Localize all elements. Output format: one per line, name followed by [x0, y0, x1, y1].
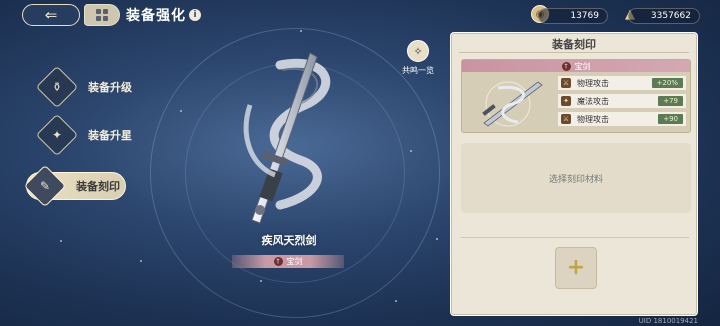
resonance-icon: ✧ [407, 40, 429, 62]
currency-coin-value: 13769 [570, 11, 599, 21]
nav-item-engrave[interactable]: ✎ 装备刻印 [23, 164, 120, 208]
stat-value: +90 [658, 114, 683, 124]
nav-item-label: 装备升级 [88, 81, 132, 94]
sword-stat-icon: ⚔ [561, 114, 571, 124]
back-arrow-icon: ⇐ [44, 6, 58, 24]
panel-title: 装备刻印 [552, 38, 596, 51]
add-material-button[interactable]: + [555, 247, 597, 289]
currency-gold: 3357662 [628, 8, 700, 24]
sword-type-icon: † [561, 61, 571, 71]
currency-coin: 13769 [538, 8, 608, 24]
currency-gold-value: 3357662 [650, 11, 691, 21]
material-prompt: 选择刻印材料 [548, 174, 603, 185]
magic-stat-icon: ✦ [561, 96, 571, 106]
stat-label: 物理攻击 [577, 78, 609, 88]
stat-value: +79 [658, 96, 683, 106]
stat-label: 物理攻击 [577, 114, 609, 124]
stat-row: ✦ 魔法攻击 +79 [558, 94, 686, 108]
nav-item-star-up[interactable]: ✦ 装备升星 [35, 113, 132, 157]
back-button[interactable]: ⇐ [22, 4, 80, 26]
stat-row: ⚔ 物理攻击 +20% [558, 76, 686, 90]
equipment-card-header: † 宝剑 [462, 60, 690, 72]
star-up-icon: ✦ [35, 113, 79, 157]
equipment-card[interactable]: † 宝剑 ⚔ 物理攻击 +20% ✦ 魔法攻击 +79 ⚔ 物理攻击 +90 [461, 59, 691, 133]
nav-item-upgrade[interactable]: ⚱ 装备升级 [35, 65, 132, 109]
user-id-label: UID 1810019421 [638, 317, 698, 325]
weapon-type-tag: † 宝剑 [232, 255, 344, 268]
resonance-overview-button[interactable]: ✧ 共鸣一览 [400, 40, 436, 76]
stat-row: ⚔ 物理攻击 +90 [558, 112, 686, 126]
weapon-type-label: 宝剑 [286, 257, 303, 266]
menu-button[interactable] [84, 4, 120, 26]
engrave-icon: ✎ [23, 164, 67, 208]
upgrade-icon: ⚱ [35, 65, 79, 109]
plus-icon: + [566, 255, 586, 280]
sword-type-icon: † [273, 257, 283, 266]
weapon-sword-image [243, 52, 331, 224]
nav-item-label: 装备升星 [88, 129, 132, 142]
engrave-panel: 装备刻印 † 宝剑 ⚔ 物理攻击 +20% ✦ 魔法攻击 +79 ⚔ 物理攻击 … [450, 32, 698, 316]
sword-stat-icon: ⚔ [561, 78, 571, 88]
page-title: 装备强化 [126, 8, 186, 24]
material-select-area[interactable]: 选择刻印材料 [461, 143, 691, 213]
grid-menu-icon [96, 9, 108, 21]
resonance-label: 共鸣一览 [402, 66, 434, 75]
info-icon[interactable]: i [189, 9, 201, 21]
nav-item-label: 装备刻印 [76, 180, 120, 193]
stat-value: +20% [651, 78, 683, 88]
equipment-type-label: 宝剑 [574, 61, 591, 71]
stat-label: 魔法攻击 [577, 96, 609, 106]
panel-divider [461, 237, 689, 238]
weapon-name: 疾风天烈剑 [261, 234, 317, 247]
panel-divider [459, 52, 689, 53]
equipment-thumbnail-image [482, 81, 543, 127]
